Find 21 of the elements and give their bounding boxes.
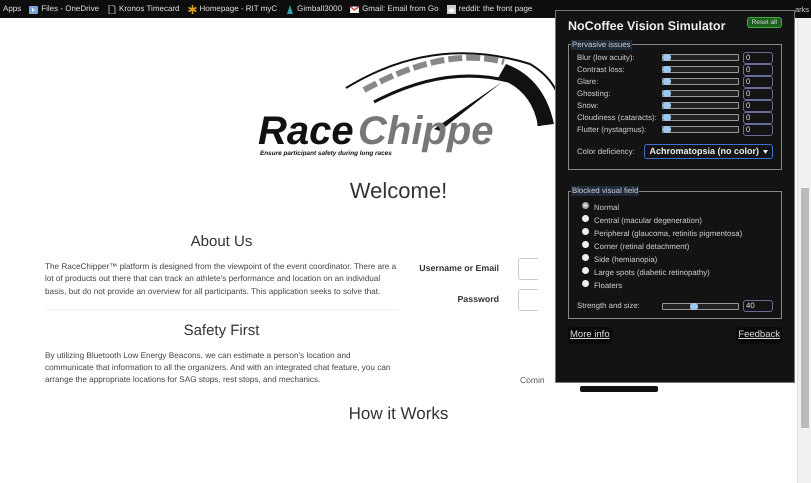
bookmark-link[interactable]: Apps <box>3 3 22 15</box>
field-label: Username or Email <box>419 262 499 276</box>
paragraph: The RaceChipper™ platform is designed from the viewpoint of the event coordinator. There are a lot of products out there that can track an athlete's performance and location on an individual basis, but do not provide an overview for all participants. This application seeks to solve that. <box>45 261 398 298</box>
paragraph: By utilizing Bluetooth Low Energy Beacons, we can estimate a person's location and communicate that information to all the organizers. And with an integrated chat feature, you can arrange the appropriate locations for SAG stops, rest stops, and mechanics. <box>45 350 392 386</box>
bookmark-link[interactable]: Files - OneDrive <box>41 3 100 15</box>
bookmark-link[interactable]: Kronos Timecard <box>119 3 180 15</box>
text-fragment: Comin <box>520 374 545 387</box>
page-heading: Welcome! <box>350 177 448 205</box>
section-heading: Safety First <box>182 322 260 340</box>
link[interactable]: More info <box>568 327 612 344</box>
logo-wordmark: Chippe <box>358 109 494 153</box>
section-heading: About Us <box>190 233 254 251</box>
bookmark-link[interactable]: Gmail: Email from Go <box>362 3 439 15</box>
panel-title: NoCoffee Vision Simulator <box>568 18 726 35</box>
bookmark-link[interactable]: reddit: the front page <box>458 3 532 15</box>
select-field[interactable]: Achromatopsia (no color) <box>644 144 773 160</box>
link[interactable]: Feedback <box>736 327 782 344</box>
field-label: Password <box>457 293 499 306</box>
bookmark-link[interactable]: Gimball3000 <box>297 3 342 15</box>
bookmark-link[interactable]: Homepage - RIT myC <box>200 3 278 15</box>
section-heading: How it Works <box>348 402 448 425</box>
